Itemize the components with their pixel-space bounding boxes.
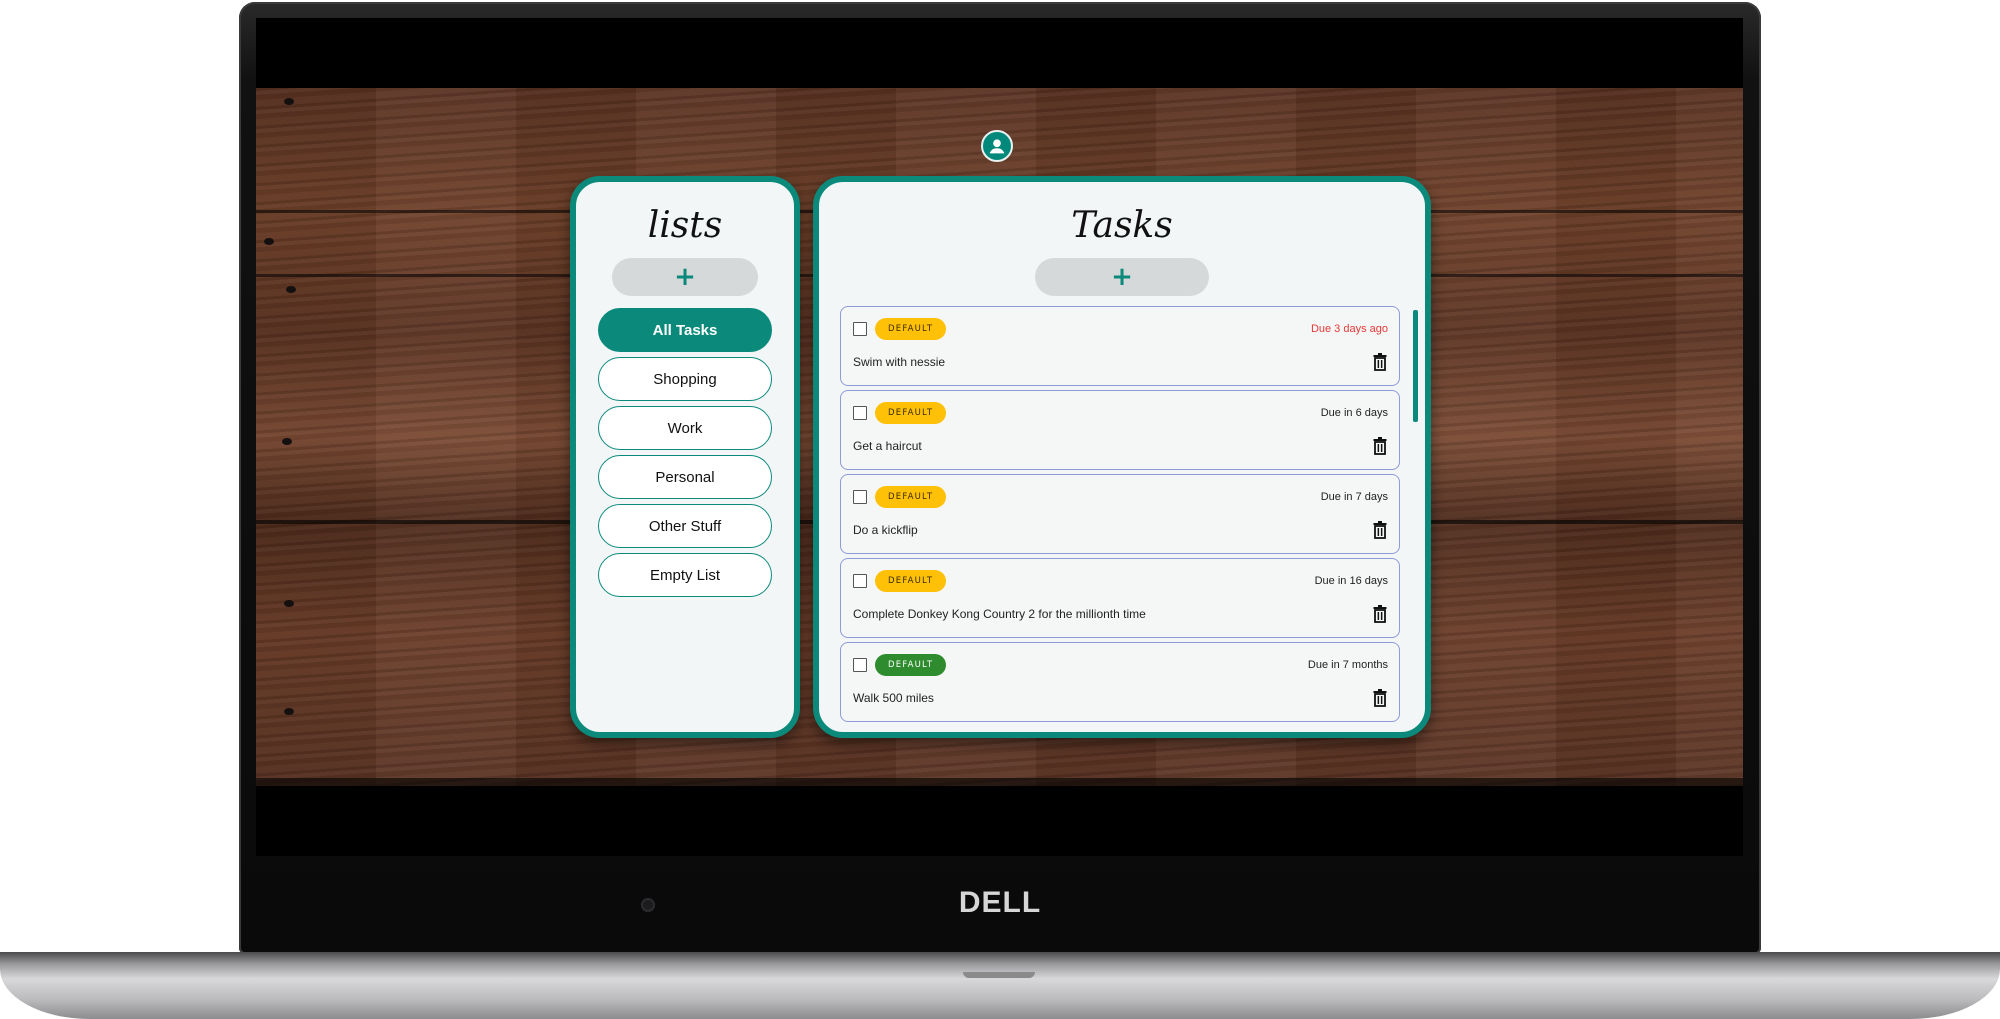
list-items: All Tasks Shopping Work Personal Other S… — [576, 308, 794, 597]
add-task-button[interactable]: + — [1035, 258, 1209, 296]
add-list-button[interactable]: + — [612, 258, 758, 296]
task-checkbox[interactable] — [853, 490, 867, 504]
priority-badge: DEFAULT — [875, 402, 947, 424]
due-date: Due in 6 days — [1320, 407, 1388, 419]
task-title: Complete Donkey Kong Country 2 for the m… — [853, 607, 1146, 621]
task-title: Do a kickflip — [853, 523, 918, 537]
task-checkbox[interactable] — [853, 322, 867, 336]
task-card: DEFAULT Due in 16 days Complete Donkey K… — [840, 558, 1400, 638]
priority-badge: DEFAULT — [875, 486, 947, 508]
wood-nail — [264, 238, 274, 245]
wood-nail — [286, 286, 296, 293]
task-list-scrollbar[interactable] — [1413, 310, 1418, 422]
trash-icon[interactable] — [1373, 353, 1387, 371]
person-icon — [989, 139, 1005, 154]
list-item-work[interactable]: Work — [598, 406, 772, 450]
brand-logo: DELL — [958, 886, 1042, 919]
task-card: DEFAULT Due 3 days ago Swim with nessie — [840, 306, 1400, 386]
priority-badge: DEFAULT — [875, 318, 947, 340]
due-date: Due in 7 months — [1307, 659, 1388, 671]
user-avatar-icon[interactable] — [981, 130, 1013, 162]
task-list[interactable]: DEFAULT Due 3 days ago Swim with nessie … — [840, 306, 1400, 726]
wood-nail — [282, 438, 292, 445]
trash-icon[interactable] — [1373, 521, 1387, 539]
due-date: Due 3 days ago — [1310, 323, 1388, 335]
task-card: DEFAULT Due in 7 days Do a kickflip — [840, 474, 1400, 554]
laptop-notch — [963, 972, 1035, 978]
priority-badge: DEFAULT — [875, 570, 947, 592]
task-card: DEFAULT Due in 7 months Walk 500 miles — [840, 642, 1400, 722]
lists-panel: lists + All Tasks Shopping Work Personal… — [570, 176, 800, 738]
task-checkbox[interactable] — [853, 574, 867, 588]
task-checkbox[interactable] — [853, 658, 867, 672]
task-card: DEFAULT Due in 6 days Get a haircut — [840, 390, 1400, 470]
list-item-all-tasks[interactable]: All Tasks — [598, 308, 772, 352]
wood-nail — [284, 600, 294, 607]
list-item-empty-list[interactable]: Empty List — [598, 553, 772, 597]
trash-icon[interactable] — [1373, 605, 1387, 623]
laptop-base — [0, 952, 2000, 1019]
trash-icon[interactable] — [1373, 437, 1387, 455]
priority-badge: DEFAULT — [875, 654, 947, 676]
webcam-icon — [641, 898, 655, 912]
wood-nail — [284, 708, 294, 715]
task-title: Swim with nessie — [853, 355, 946, 369]
list-item-other-stuff[interactable]: Other Stuff — [598, 504, 772, 548]
task-title: Get a haircut — [853, 439, 922, 453]
list-item-personal[interactable]: Personal — [598, 455, 772, 499]
list-item-shopping[interactable]: Shopping — [598, 357, 772, 401]
due-date: Due in 7 days — [1320, 491, 1388, 503]
trash-icon[interactable] — [1373, 689, 1387, 707]
task-checkbox[interactable] — [853, 406, 867, 420]
due-date: Due in 16 days — [1314, 575, 1388, 587]
wood-nail — [284, 98, 294, 105]
task-title: Walk 500 miles — [853, 691, 934, 705]
tasks-panel: Tasks + DEFAULT Due 3 days ago Swim with… — [813, 176, 1431, 738]
tasks-title: Tasks — [1071, 205, 1173, 246]
lists-title: lists — [647, 205, 723, 246]
